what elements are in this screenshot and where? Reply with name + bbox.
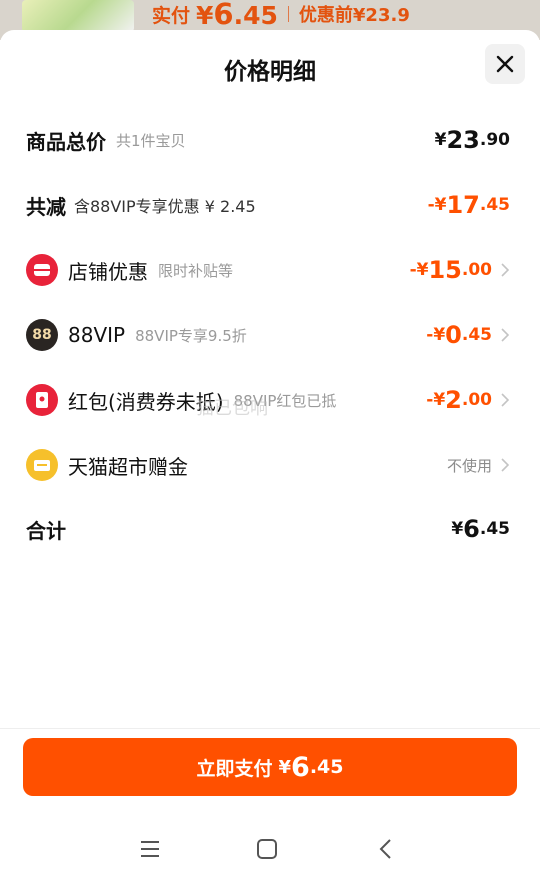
original-price: 优惠前¥23.9 bbox=[298, 5, 410, 26]
tmall-gift-option[interactable]: 不使用 bbox=[447, 455, 510, 476]
total-price-label: 商品总价 bbox=[26, 129, 106, 154]
background-price-summary: 实付 ¥6.45 优惠前¥23.9 bbox=[152, 0, 410, 31]
sum-row: 合计 ¥6.45 bbox=[26, 509, 510, 549]
close-icon bbox=[496, 55, 514, 73]
sum-value: ¥6.45 bbox=[451, 515, 510, 543]
discount-total-label: 共减 bbox=[26, 194, 66, 219]
red-packet-note: 88VIP红包已抵 bbox=[233, 391, 337, 410]
vip-discount-note: 88VIP专享9.5折 bbox=[135, 326, 247, 345]
back-button[interactable] bbox=[370, 834, 400, 864]
chevron-right-icon bbox=[501, 458, 510, 472]
shop-discount-label: 店铺优惠 bbox=[68, 259, 148, 284]
footer-divider bbox=[0, 728, 540, 729]
close-button[interactable] bbox=[485, 44, 525, 84]
tmall-gift-label: 天猫超市赠金 bbox=[68, 454, 188, 479]
shop-discount-row[interactable]: 店铺优惠 限时补贴等 -¥ 15.00 bbox=[26, 250, 510, 290]
menu-icon bbox=[141, 841, 159, 857]
menu-button[interactable] bbox=[135, 834, 165, 864]
shop-icon bbox=[26, 254, 58, 286]
home-icon bbox=[257, 839, 277, 859]
pay-now-button[interactable]: 立即支付 ¥6.45 bbox=[23, 738, 517, 796]
vip-discount-value: -¥ 0.45 bbox=[426, 321, 510, 349]
sum-label: 合计 bbox=[26, 518, 66, 543]
tmall-icon bbox=[26, 449, 58, 481]
shop-discount-value: -¥ 15.00 bbox=[410, 256, 510, 284]
88vip-icon: 88 bbox=[26, 319, 58, 351]
home-button[interactable] bbox=[252, 834, 282, 864]
total-price-value: ¥23.90 bbox=[434, 126, 510, 154]
total-count: 共1件宝贝 bbox=[116, 131, 186, 150]
total-price-row: 商品总价 共1件宝贝 ¥23.90 bbox=[26, 120, 510, 160]
paid-label: 实付 bbox=[152, 4, 191, 27]
chevron-right-icon bbox=[501, 393, 510, 407]
vip-discount-label: 88VIP bbox=[68, 323, 126, 347]
back-icon bbox=[379, 839, 391, 859]
vip-discount-row[interactable]: 88 88VIP 88VIP专享9.5折 -¥ 0.45 bbox=[26, 315, 510, 355]
discount-vip-note: 含88VIP专享优惠 ¥ 2.45 bbox=[74, 197, 256, 216]
product-thumbnail bbox=[22, 0, 134, 32]
paid-amount: ¥6.45 bbox=[196, 0, 278, 31]
price-separator bbox=[287, 6, 289, 22]
system-nav-bar bbox=[0, 818, 540, 878]
chevron-right-icon bbox=[501, 263, 510, 277]
red-packet-row[interactable]: 红包(消费券未抵) 88VIP红包已抵 -¥ 2.00 bbox=[26, 380, 510, 420]
discount-total-row: 共减 含88VIP专享优惠 ¥ 2.45 -¥ 17.45 bbox=[26, 185, 510, 225]
sheet-title: 价格明细 bbox=[224, 59, 316, 85]
red-packet-icon bbox=[26, 384, 58, 416]
red-packet-label: 红包(消费券未抵) bbox=[68, 389, 224, 414]
chevron-right-icon bbox=[501, 328, 510, 342]
shop-discount-note: 限时补贴等 bbox=[158, 261, 234, 280]
discount-total-value: -¥ 17.45 bbox=[427, 191, 510, 219]
tmall-gift-row[interactable]: 天猫超市赠金 不使用 bbox=[26, 445, 510, 485]
red-packet-value: -¥ 2.00 bbox=[426, 386, 510, 414]
